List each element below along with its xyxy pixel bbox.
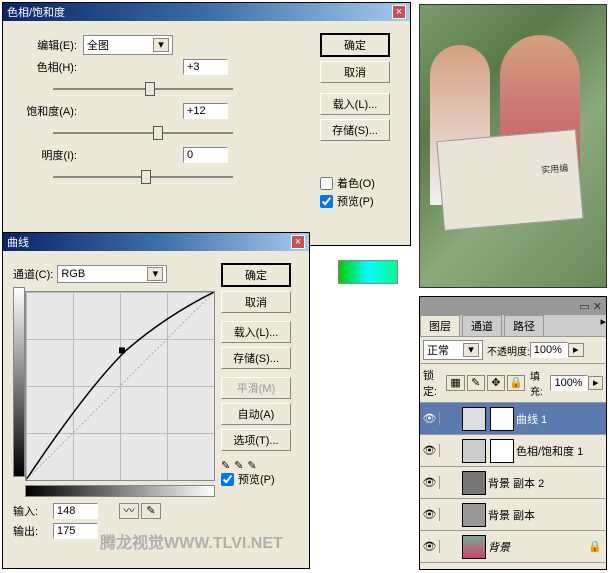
auto-button[interactable]: 自动(A) [221, 403, 291, 425]
preview-checkbox[interactable] [221, 473, 234, 486]
layers-tabs: 图层 通道 路径 ▸ [420, 315, 606, 337]
tab-layers[interactable]: 图层 [420, 315, 460, 336]
layer-row[interactable]: 👁 背景 副本 2 [420, 467, 606, 499]
channel-select[interactable]: RGB ▾ [57, 265, 167, 283]
input-gradient [25, 485, 215, 497]
cancel-button[interactable]: 取消 [320, 61, 390, 83]
visibility-icon[interactable]: 👁 [420, 444, 440, 457]
preview-checkbox[interactable] [320, 195, 333, 208]
edit-label: 编辑(E): [13, 37, 83, 53]
ok-button[interactable]: 确定 [221, 263, 291, 287]
input-value[interactable] [53, 503, 98, 519]
spectrum-bar [338, 260, 398, 284]
chevron-down-icon: ▾ [147, 267, 163, 281]
layer-row[interactable]: 👁 背景 🔒 [420, 531, 606, 563]
hue-label: 色相(H): [13, 59, 83, 75]
fill-input[interactable] [550, 375, 588, 391]
layers-titlebar[interactable]: ▭ ✕ [420, 297, 606, 315]
pencil-mode-icon[interactable]: ✎ [141, 503, 161, 519]
lock-label: 锁定: [423, 367, 445, 399]
light-input[interactable] [183, 147, 228, 163]
hue-slider[interactable] [53, 79, 233, 99]
eyedropper-gray-icon[interactable]: ✎ [234, 459, 243, 465]
ok-button[interactable]: 确定 [320, 33, 390, 57]
preview-image: 实用编 [419, 4, 607, 288]
sat-label: 饱和度(A): [13, 103, 83, 119]
channel-label: 通道(C): [13, 266, 57, 282]
visibility-icon[interactable]: 👁 [420, 412, 440, 425]
light-label: 明度(I): [13, 147, 83, 163]
hue-input[interactable] [183, 59, 228, 75]
minimize-icon[interactable]: ▭ ✕ [579, 300, 602, 313]
sat-slider[interactable] [53, 123, 233, 143]
curves-title: 曲线 [7, 234, 29, 250]
eyedropper-black-icon[interactable]: ✎ [221, 459, 230, 465]
layers-panel: ▭ ✕ 图层 通道 路径 ▸ 正常▾ 不透明度: ▸ 锁定: ▦ ✎ ✥ 🔒 填… [419, 296, 607, 570]
chevron-down-icon: ▾ [153, 38, 169, 52]
visibility-icon[interactable]: 👁 [420, 508, 440, 521]
eyedropper-white-icon[interactable]: ✎ [247, 459, 256, 465]
cancel-button[interactable]: 取消 [221, 291, 291, 313]
colorize-checkbox[interactable] [320, 177, 333, 190]
opacity-label: 不透明度: [487, 343, 530, 358]
lock-icon: 🔒 [588, 540, 602, 553]
tab-channels[interactable]: 通道 [462, 315, 502, 336]
save-button[interactable]: 存储(S)... [320, 119, 390, 141]
close-icon[interactable]: × [291, 235, 305, 249]
panel-menu-icon[interactable]: ▸ [600, 315, 606, 336]
output-gradient [13, 287, 25, 477]
tab-paths[interactable]: 路径 [504, 315, 544, 336]
input-label: 输入: [13, 503, 53, 519]
close-icon[interactable]: × [392, 5, 406, 19]
curve-mode-icon[interactable]: 〰 [119, 503, 139, 519]
sat-input[interactable] [183, 103, 228, 119]
smooth-button: 平滑(M) [221, 377, 291, 399]
visibility-icon[interactable]: 👁 [420, 476, 440, 489]
hsl-title: 色相/饱和度 [7, 4, 65, 20]
watermark: 腾龙视觉WWW.TLVI.NET [100, 529, 283, 553]
light-slider[interactable] [53, 167, 233, 187]
hue-saturation-dialog: 色相/饱和度 × 编辑(E): 全图 ▾ 色相(H): 饱和度(A): [2, 2, 411, 246]
fill-label: 填充: [530, 368, 550, 398]
load-button[interactable]: 载入(L)... [221, 321, 291, 343]
layer-row[interactable]: 👁 色相/饱和度 1 [420, 435, 606, 467]
save-button[interactable]: 存储(S)... [221, 347, 291, 369]
lock-paint-icon[interactable]: ✎ [467, 375, 485, 391]
lock-all-icon[interactable]: 🔒 [507, 375, 525, 391]
visibility-icon[interactable]: 👁 [420, 540, 440, 553]
output-value[interactable] [53, 523, 98, 539]
curves-titlebar[interactable]: 曲线 × [3, 233, 309, 251]
curve-graph[interactable] [25, 291, 215, 481]
edit-select[interactable]: 全图 ▾ [83, 35, 173, 55]
curves-dialog: 曲线 × 通道(C): RGB ▾ [2, 232, 310, 569]
blend-mode-select[interactable]: 正常▾ [423, 340, 483, 360]
load-button[interactable]: 载入(L)... [320, 93, 390, 115]
layer-row[interactable]: 👁 背景 副本 [420, 499, 606, 531]
lock-transparency-icon[interactable]: ▦ [446, 375, 464, 391]
lock-move-icon[interactable]: ✥ [487, 375, 505, 391]
output-label: 输出: [13, 523, 53, 539]
options-button[interactable]: 选项(T)... [221, 429, 291, 451]
layer-row[interactable]: 👁 曲线 1 [420, 403, 606, 435]
hsl-titlebar[interactable]: 色相/饱和度 × [3, 3, 410, 21]
opacity-input[interactable] [530, 342, 568, 358]
